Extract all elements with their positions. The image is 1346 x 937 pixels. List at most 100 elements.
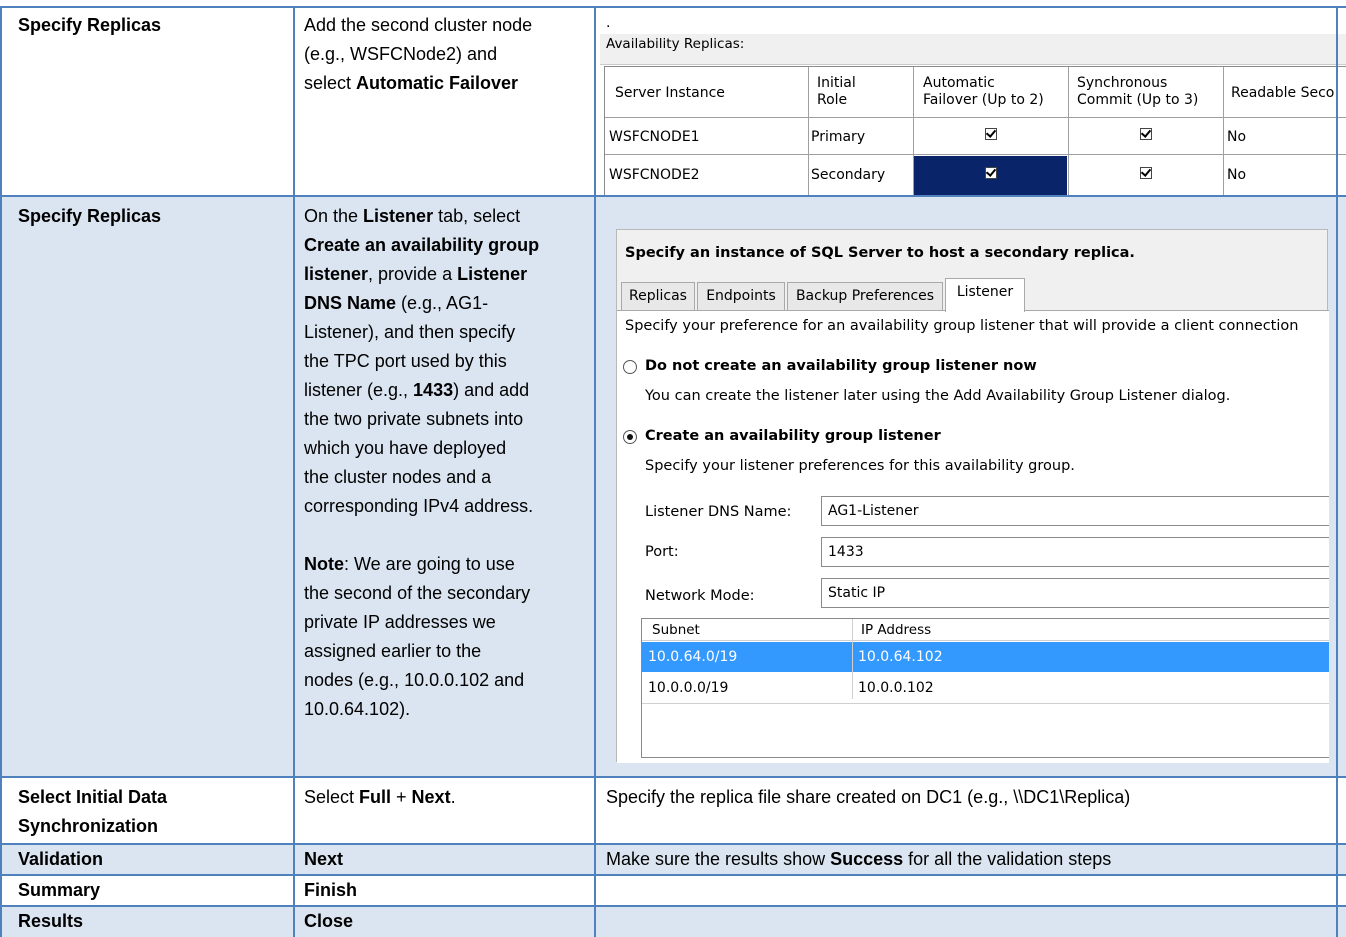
row2-action-line: listener (e.g., 1433) and add — [304, 376, 586, 405]
row3-action-suffix: . — [450, 787, 456, 807]
row1-action-line: (e.g., WSFCNode2) and — [304, 44, 498, 64]
dns-name-input[interactable]: AG1-Listener — [821, 496, 1329, 526]
grid-cell-role: Secondary — [811, 167, 886, 183]
row1-action-bold: Automatic Failover — [356, 73, 519, 93]
row2-action-text: private IP addresses we — [304, 612, 496, 632]
no-listener-radio[interactable] — [623, 360, 637, 374]
row2-action-line: Listener), and then specify — [304, 318, 586, 347]
subnet-row[interactable]: 10.0.64.0/19 10.0.64.102 — [642, 642, 1329, 672]
row1-action-line: select Automatic Failover — [304, 69, 586, 98]
row2-action-line: which you have deployed — [304, 434, 586, 463]
row2-action: On the Listener tab, select Create an ava… — [304, 202, 586, 724]
row1-action: Add the second cluster node (e.g., WSFCN… — [304, 11, 586, 98]
row2-action-text: assigned earlier to the — [304, 641, 482, 661]
row2-action-text: tab, select — [433, 206, 521, 226]
row4-note-prefix: Make sure the results show — [606, 849, 831, 869]
row2-action-line: private IP addresses we — [304, 608, 586, 637]
grid-cell-readable: No — [1227, 167, 1247, 183]
auto-failover-checkbox[interactable] — [985, 128, 997, 140]
row3-action-next: Next — [411, 787, 451, 807]
sync-commit-checkbox[interactable] — [1140, 167, 1152, 179]
create-listener-radio[interactable] — [623, 430, 637, 444]
port-input[interactable]: 1433 — [821, 537, 1329, 567]
grid-row[interactable]: WSFCNODE2 Secondary No — [605, 154, 1346, 195]
row2-action-bold: Listener — [457, 264, 528, 284]
grid-cell-role: Primary — [811, 129, 866, 145]
row2-action-line: listener, provide a Listener — [304, 260, 586, 289]
tab-listener[interactable]: Listener — [945, 278, 1025, 312]
no-listener-desc: You can create the listener later using … — [645, 388, 1231, 404]
row2-action-text: (e.g., AG1- — [396, 293, 489, 313]
create-listener-desc: Specify your listener preferences for th… — [645, 458, 1075, 474]
replicas-title: Availability Replicas: — [606, 36, 745, 52]
row2-action-line: 10.0.64.102). — [304, 695, 586, 724]
row2-action-line: the two private subnets into — [304, 405, 586, 434]
listener-intro: Specify your preference for an availabil… — [625, 318, 1299, 334]
grid-row[interactable]: WSFCNODE1 Primary No — [605, 117, 1346, 155]
row2-action-bold: 1433 — [413, 380, 454, 400]
subnet-header[interactable]: Subnet — [642, 619, 852, 641]
row4-step: Validation — [18, 849, 104, 869]
grid-cell-readable: No — [1227, 129, 1247, 145]
row2-action-bold: Note — [304, 554, 344, 574]
row2-action-text: Listener), and then specify — [304, 322, 516, 342]
subnet-row[interactable]: 10.0.0.0/19 10.0.0.102 — [642, 673, 1329, 704]
sync-commit-checkbox[interactable] — [1140, 128, 1152, 140]
ip-cell: 10.0.0.102 — [858, 680, 934, 696]
network-mode-select[interactable]: Static IP — [821, 578, 1329, 608]
network-mode-label: Network Mode: — [645, 588, 755, 604]
subnet-grid-separator — [852, 619, 853, 699]
auto-failover-checkbox[interactable] — [985, 167, 997, 179]
row3-step: Select Initial Data Synchronization — [18, 783, 288, 841]
column-divider — [293, 6, 295, 937]
row2-action-text: nodes (e.g., 10.0.0.102 and — [304, 670, 525, 690]
row2-action-text: the cluster nodes and a — [304, 467, 492, 487]
row4-note-suffix: for all the validation steps — [903, 849, 1112, 869]
row2-action-line: DNS Name (e.g., AG1- — [304, 289, 586, 318]
no-listener-label[interactable]: Do not create an availability group list… — [645, 357, 1037, 375]
row2-action-text: which you have deployed — [304, 438, 507, 458]
subnet-cell: 10.0.64.0/19 — [648, 649, 738, 665]
row2-action-text: the TPC port used by this — [304, 351, 507, 371]
row3-action-full: Full — [359, 787, 392, 807]
row2-action-text: the two private subnets into — [304, 409, 524, 429]
row2-step: Specify Replicas — [18, 206, 162, 226]
row-divider — [0, 195, 1346, 197]
row2-action-line: Create an availability group — [304, 231, 586, 260]
row1-action-prefix: select — [304, 73, 357, 93]
listener-dialog: Specify an instance of SQL Server to hos… — [616, 229, 1329, 763]
tab-replicas[interactable]: Replicas — [621, 282, 695, 310]
ip-address-header[interactable]: IP Address — [853, 619, 1329, 641]
row2-action-text: listener (e.g., — [304, 380, 414, 400]
row2-action-text: , provide a — [368, 264, 458, 284]
grid-cell-server: WSFCNODE2 — [609, 167, 700, 183]
row1-dot: . — [606, 14, 611, 31]
row2-action-text: 10.0.64.102). — [304, 699, 411, 719]
row3-step-line: Select Initial Data — [18, 787, 168, 807]
row2-action-bold: Listener — [363, 206, 434, 226]
row2-action-line: corresponding IPv4 address. — [304, 492, 586, 521]
tab-backup-preferences[interactable]: Backup Preferences — [787, 282, 943, 310]
row1-step: Specify Replicas — [18, 15, 162, 35]
replicas-grid[interactable]: Server Instance Initial Role Automatic F… — [604, 66, 1346, 196]
subnet-grid[interactable]: Subnet IP Address 10.0.64.0/19 10.0.64.1… — [641, 618, 1329, 758]
row3-action-plus: + — [391, 787, 412, 807]
row5-step: Summary — [18, 880, 101, 900]
grid-cell-server: WSFCNODE1 — [609, 129, 700, 145]
table-border-right — [1336, 6, 1338, 937]
tab-endpoints[interactable]: Endpoints — [697, 282, 785, 310]
row3-note: Specify the replica file share created o… — [606, 787, 1131, 807]
table-border-left — [0, 6, 2, 937]
table-border-top — [0, 6, 1346, 8]
row-divider — [0, 874, 1346, 876]
row4-note: Make sure the results show Success for a… — [606, 845, 1336, 874]
row3-step-line: Synchronization — [18, 816, 159, 836]
row6-action: Close — [304, 911, 354, 931]
row2-action-text: : We are going to use — [344, 554, 515, 574]
row2-action-line: Note: We are going to use — [304, 550, 586, 579]
row2-action-bold: listener — [304, 264, 369, 284]
row2-action-line: the second of the secondary — [304, 579, 586, 608]
dialog-heading: Specify an instance of SQL Server to hos… — [625, 245, 1135, 261]
row4-action: Next — [304, 849, 344, 869]
create-listener-label[interactable]: Create an availability group listener — [645, 427, 941, 445]
